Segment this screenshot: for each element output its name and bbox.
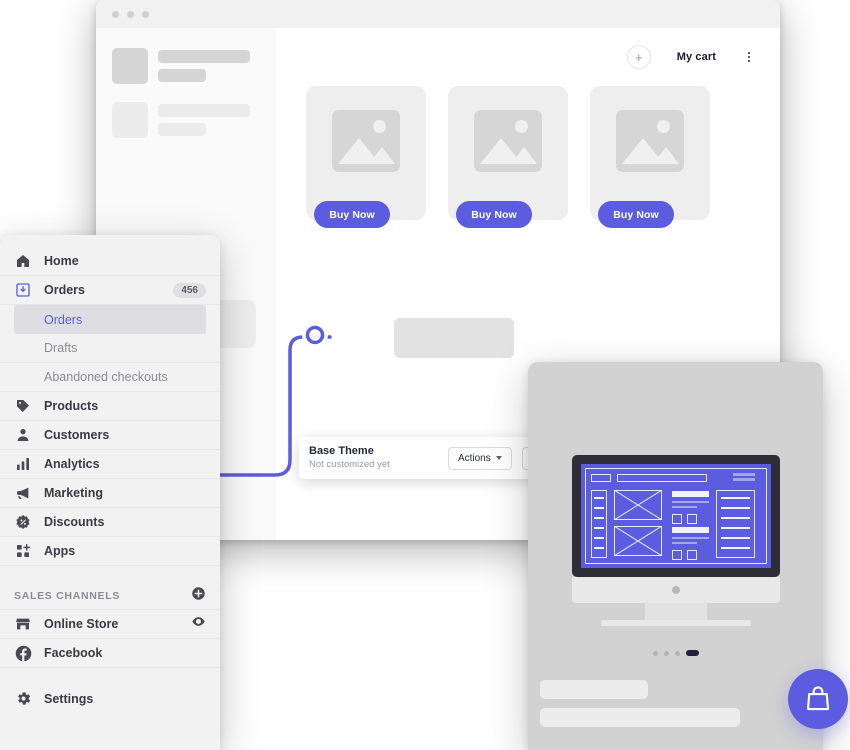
shopping-bag-fab[interactable] bbox=[788, 669, 848, 729]
sidebar-item-label: Analytics bbox=[44, 457, 100, 471]
browser-titlebar bbox=[96, 0, 780, 28]
product-card[interactable]: Buy Now bbox=[448, 86, 568, 228]
chevron-down-icon bbox=[495, 456, 502, 460]
sidebar-item-label: Apps bbox=[44, 544, 76, 558]
storefront-icon bbox=[14, 615, 32, 633]
sidebar-item-settings[interactable]: Settings bbox=[0, 684, 220, 713]
sidebar-item-label: Facebook bbox=[44, 646, 103, 660]
home-icon bbox=[14, 252, 32, 270]
sidebar-item-analytics[interactable]: Analytics bbox=[0, 450, 220, 479]
image-placeholder-icon bbox=[332, 110, 400, 172]
sidebar-item-home[interactable]: Home bbox=[0, 247, 220, 276]
product-card[interactable]: Buy Now bbox=[306, 86, 426, 228]
bar-chart-icon bbox=[14, 455, 32, 473]
window-minimize-dot[interactable] bbox=[127, 10, 134, 18]
monitor-screen bbox=[581, 464, 771, 568]
orders-count-badge: 456 bbox=[173, 282, 206, 298]
monitor-power-dot bbox=[672, 586, 680, 594]
sidebar-subitem-label: Abandoned checkouts bbox=[44, 370, 168, 384]
carousel-dot-active[interactable] bbox=[685, 650, 699, 656]
buy-now-button[interactable]: Buy Now bbox=[598, 201, 674, 228]
carousel-dot[interactable] bbox=[674, 650, 680, 656]
sidebar-subitem-abandoned-checkouts[interactable]: Abandoned checkouts bbox=[0, 363, 220, 392]
sidebar-item-customers[interactable]: Customers bbox=[0, 421, 220, 450]
carousel-dots bbox=[528, 650, 823, 656]
product-grid: Buy Now Buy Now Buy Now bbox=[294, 86, 762, 228]
sales-channels-title: SALES CHANNELS bbox=[14, 589, 121, 602]
skeleton-line bbox=[158, 123, 206, 136]
sidebar-subitem-label: Orders bbox=[44, 312, 83, 327]
wireframe-line bbox=[733, 473, 755, 476]
monitor-base bbox=[601, 620, 751, 626]
window-close-dot[interactable] bbox=[112, 10, 119, 18]
tag-icon bbox=[14, 397, 32, 415]
facebook-icon bbox=[14, 644, 32, 662]
image-placeholder-icon bbox=[616, 110, 684, 172]
add-button[interactable]: + bbox=[626, 45, 651, 69]
monitor-neck bbox=[645, 603, 707, 620]
window-maximize-dot[interactable] bbox=[142, 10, 149, 18]
sidebar-item-label: Home bbox=[44, 254, 79, 268]
sidebar-item-marketing[interactable]: Marketing bbox=[0, 479, 220, 508]
buy-now-button[interactable]: Buy Now bbox=[456, 201, 532, 228]
skeleton-line bbox=[158, 50, 250, 63]
monitor-mockup bbox=[572, 455, 780, 626]
sales-channels-header: SALES CHANNELS bbox=[0, 582, 220, 610]
gear-icon bbox=[14, 690, 32, 708]
wireframe-image-a bbox=[614, 490, 662, 520]
sidebar-item-label: Online Store bbox=[44, 617, 119, 631]
skeleton-row bbox=[112, 102, 260, 138]
sidebar-item-facebook[interactable]: Facebook bbox=[0, 639, 220, 668]
skeleton-line bbox=[158, 104, 250, 117]
plus-circle-icon[interactable] bbox=[191, 586, 206, 606]
skeleton-line bbox=[540, 680, 648, 699]
sidebar-subitem-label: Drafts bbox=[44, 341, 78, 355]
orders-inbox-icon bbox=[14, 281, 32, 299]
sidebar-item-label: Discounts bbox=[44, 515, 105, 529]
monitor-bezel bbox=[572, 455, 780, 577]
skeleton-thumb bbox=[112, 102, 148, 138]
admin-sidebar-panel: Home Orders 456 Orders Drafts Abandoned … bbox=[0, 235, 220, 750]
sidebar-item-label: Settings bbox=[44, 691, 94, 706]
skeleton-row bbox=[112, 48, 260, 84]
sidebar-item-label: Products bbox=[44, 399, 99, 413]
skeleton-block bbox=[394, 318, 514, 358]
skeleton-thumb bbox=[112, 48, 148, 84]
shopping-bag-icon bbox=[806, 686, 830, 711]
apps-grid-plus-icon bbox=[14, 542, 32, 560]
sidebar-item-products[interactable]: Products bbox=[0, 392, 220, 421]
monitor-chin bbox=[572, 577, 780, 603]
sidebar-item-discounts[interactable]: Discounts bbox=[0, 508, 220, 537]
person-icon bbox=[14, 426, 32, 444]
sidebar-item-label: Orders bbox=[44, 283, 85, 297]
skeleton-line bbox=[158, 69, 206, 82]
sidebar-item-apps[interactable]: Apps bbox=[0, 537, 220, 566]
megaphone-icon bbox=[14, 484, 32, 502]
wireframe-logo bbox=[591, 474, 611, 482]
store-header: + My cart bbox=[294, 28, 762, 86]
image-placeholder-icon bbox=[474, 110, 542, 172]
sidebar-item-label: Customers bbox=[44, 428, 110, 442]
wireframe-line bbox=[733, 478, 755, 481]
sidebar-item-online-store[interactable]: Online Store bbox=[0, 610, 220, 639]
product-card[interactable]: Buy Now bbox=[590, 86, 710, 228]
skeleton-line bbox=[540, 708, 740, 727]
sidebar-item-orders[interactable]: Orders 456 bbox=[0, 276, 220, 305]
sidebar-subitem-drafts[interactable]: Drafts bbox=[0, 334, 220, 363]
more-options-icon[interactable] bbox=[742, 48, 756, 66]
theme-actions-label: Actions bbox=[457, 452, 491, 464]
discount-badge-icon bbox=[14, 513, 32, 531]
wireframe-image-b bbox=[614, 526, 662, 556]
my-cart-label[interactable]: My cart bbox=[677, 51, 716, 63]
buy-now-button[interactable]: Buy Now bbox=[314, 201, 390, 228]
sidebar-item-label: Marketing bbox=[44, 486, 104, 500]
sidebar-subitem-orders[interactable]: Orders bbox=[14, 305, 206, 334]
carousel-dot[interactable] bbox=[663, 650, 669, 656]
eye-icon[interactable] bbox=[191, 614, 206, 634]
wireframe-navbar bbox=[617, 474, 707, 482]
carousel-dot[interactable] bbox=[652, 650, 658, 656]
theme-actions-button[interactable]: Actions bbox=[447, 446, 512, 470]
